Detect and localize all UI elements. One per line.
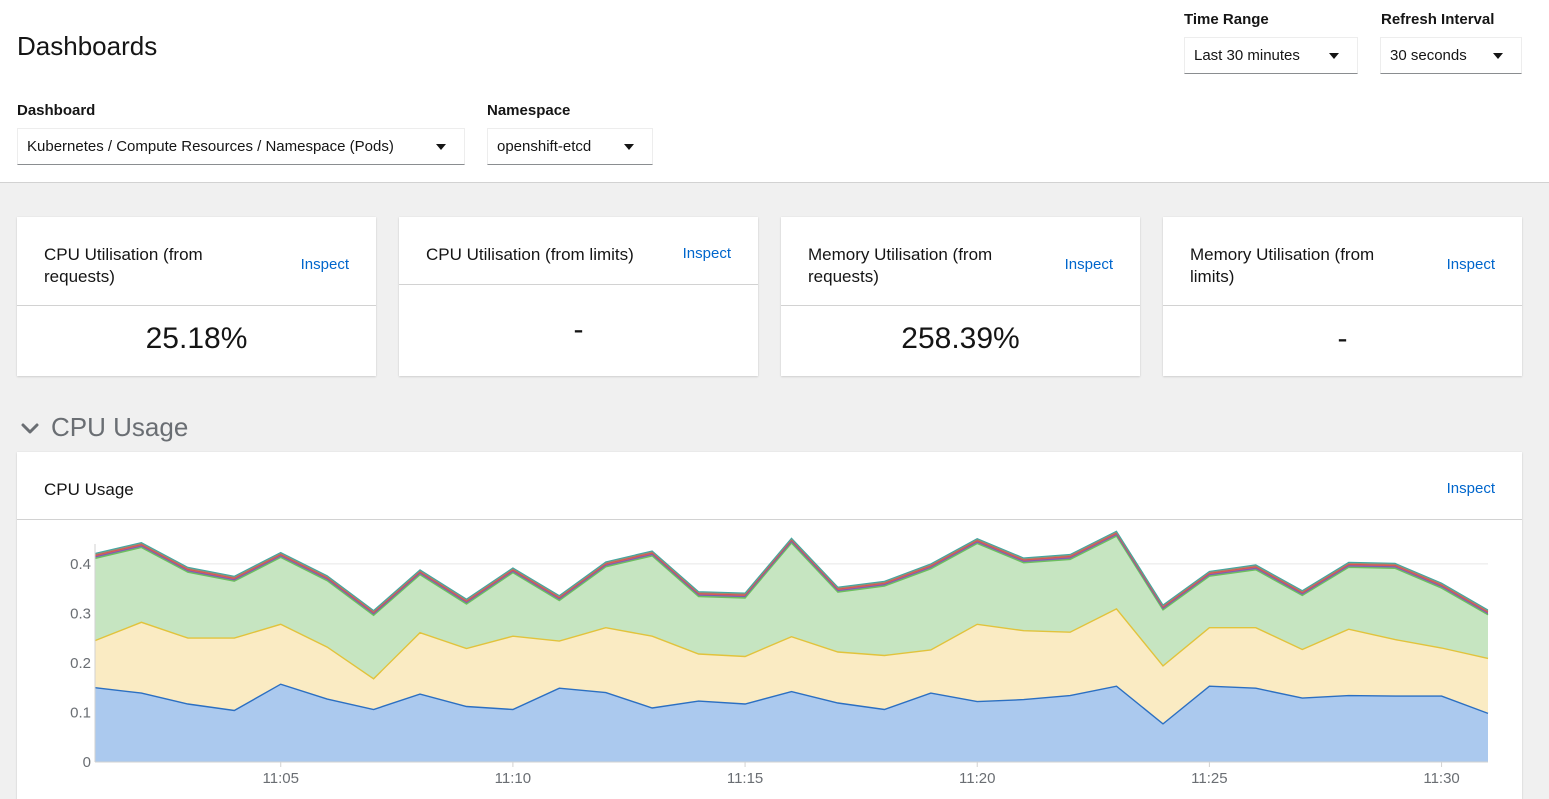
namespace-dropdown[interactable]: openshift-etcd [487,128,653,165]
stat-card-memory-requests: Memory Utilisation (from requests) Inspe… [781,217,1140,376]
inspect-link[interactable]: Inspect [1065,256,1113,273]
page-title: Dashboards [17,31,158,61]
y-tick-label: 0.4 [70,556,91,573]
y-tick-label: 0 [83,754,91,771]
y-tick-label: 0.3 [70,605,91,622]
card-title: CPU Utilisation (from requests) [44,245,203,286]
card-title: CPU Utilisation (from limits) [426,245,634,264]
caret-down-icon [1329,53,1339,59]
x-tick-label: 11:05 [263,770,299,787]
card-title: Memory Utilisation (from limits) [1190,245,1375,286]
caret-down-icon [1493,53,1503,59]
x-tick-label: 11:25 [1191,770,1227,787]
inspect-link[interactable]: Inspect [1447,256,1495,273]
dashboard-value: Kubernetes / Compute Resources / Namespa… [27,138,394,155]
card-header: CPU Utilisation (from requests) Inspect [17,217,376,306]
stat-card-memory-limits: Memory Utilisation (from limits) Inspect… [1163,217,1522,376]
card-title: Memory Utilisation (from requests) [808,245,993,286]
inspect-link[interactable]: Inspect [301,256,349,273]
page-header: Dashboards Time Range Last 30 minutes Re… [0,0,1549,183]
stat-value: - [573,313,584,346]
card-header: Memory Utilisation (from requests) Inspe… [781,217,1140,306]
card-header: CPU Utilisation (from limits) Inspect [399,217,758,285]
x-tick-label: 11:20 [959,770,995,787]
stat-card-cpu-requests: CPU Utilisation (from requests) Inspect … [17,217,376,376]
time-range-value: Last 30 minutes [1194,47,1300,64]
chevron-down-icon [21,423,39,433]
time-range-dropdown[interactable]: Last 30 minutes [1184,37,1358,74]
namespace-value: openshift-etcd [497,138,592,155]
dashboard-dropdown[interactable]: Kubernetes / Compute Resources / Namespa… [17,128,465,165]
refresh-interval-dropdown[interactable]: 30 seconds [1380,37,1522,74]
stat-card-cpu-limits: CPU Utilisation (from limits) Inspect - [399,217,758,376]
card-header: Memory Utilisation (from limits) Inspect [1163,217,1522,306]
cpu-usage-chart-card: CPU Usage Inspect 0 0.1 0.2 0.3 0.4 11:05 11:1… [17,452,1522,799]
caret-down-icon [436,144,446,150]
stat-value: 25.18% [145,322,248,355]
stat-value: 258.39% [901,322,1020,355]
inspect-link[interactable]: Inspect [683,245,731,262]
namespace-label: Namespace [487,102,571,119]
series-area-0 [95,684,1488,762]
refresh-interval-label: Refresh Interval [1381,11,1495,28]
cpu-usage-section-toggle[interactable]: CPU Usage [20,412,188,443]
refresh-interval-value: 30 seconds [1390,47,1467,64]
dashboard-label: Dashboard [17,102,96,119]
x-tick-label: 11:10 [495,770,531,787]
y-tick-label: 0.1 [70,704,91,721]
y-tick-label: 0.2 [70,655,91,672]
time-range-label: Time Range [1184,11,1269,28]
cpu-usage-chart: 0 0.1 0.2 0.3 0.4 11:05 11:10 11:15 11:20 11:25 11… [70,530,1489,787]
x-tick-label: 11:30 [1423,770,1459,787]
caret-down-icon [624,144,634,150]
x-tick-label: 11:15 [727,770,763,787]
section-title: CPU Usage [51,412,189,442]
stat-value: - [1337,322,1348,355]
